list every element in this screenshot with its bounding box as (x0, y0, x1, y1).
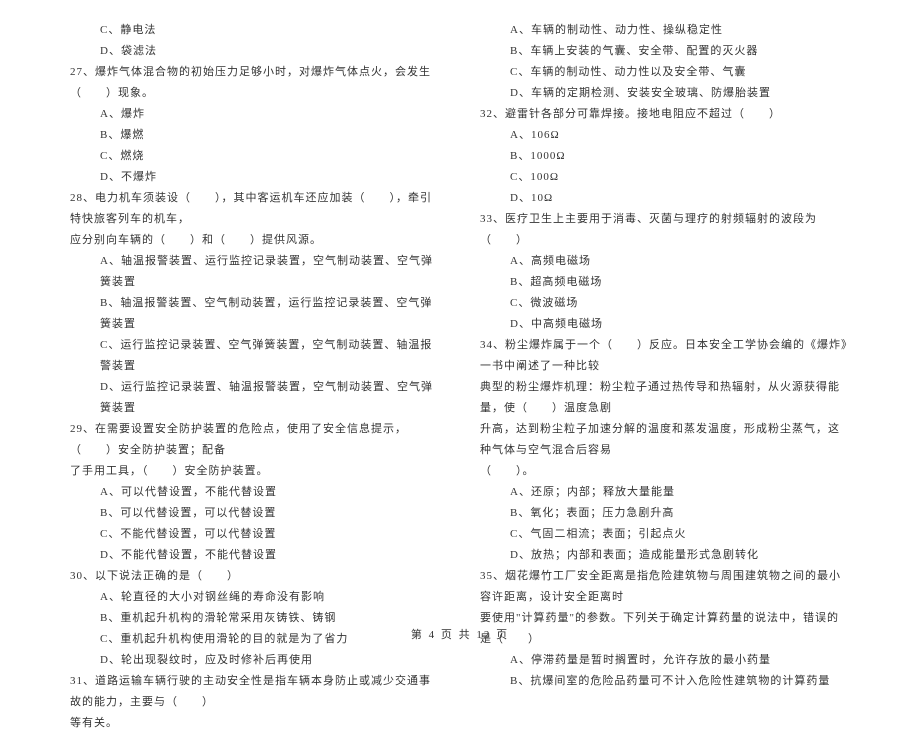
q29-option-d: D、不能代替设置，不能代替设置 (70, 545, 440, 566)
q33-option-b: B、超高频电磁场 (480, 272, 850, 293)
q28-option-a: A、轴温报警装置、运行监控记录装置，空气制动装置、空气弹簧装置 (70, 251, 440, 293)
q35-option-a: A、停滞药量是暂时搁置时，允许存放的最小药量 (480, 650, 850, 671)
q34-option-a: A、还原；内部；释放大量能量 (480, 482, 850, 503)
q32-text: 32、避雷针各部分可靠焊接。接地电阻应不超过（ ） (480, 104, 850, 125)
q32-option-a: A、106Ω (480, 125, 850, 146)
q31-option-d: D、车辆的定期检测、安装安全玻璃、防爆胎装置 (480, 83, 850, 104)
q31-option-c: C、车辆的制动性、动力性以及安全带、气囊 (480, 62, 850, 83)
q34-option-c: C、气固二相流；表面；引起点火 (480, 524, 850, 545)
q31-cont: 等有关。 (70, 713, 440, 734)
q26-option-c: C、静电法 (70, 20, 440, 41)
q34-option-b: B、氧化；表面；压力急剧升高 (480, 503, 850, 524)
q31-option-a: A、车辆的制动性、动力性、操纵稳定性 (480, 20, 850, 41)
q26-option-d: D、袋滤法 (70, 41, 440, 62)
q27-text: 27、爆炸气体混合物的初始压力足够小时，对爆炸气体点火，会发生（ ）现象。 (70, 62, 440, 104)
q31-text: 31、道路运输车辆行驶的主动安全性是指车辆本身防止或减少交通事故的能力，主要与（… (70, 671, 440, 713)
q28-option-d: D、运行监控记录装置、轴温报警装置，空气制动装置、空气弹簧装置 (70, 377, 440, 419)
q34-cont3: （ ）。 (480, 461, 850, 482)
q29-option-a: A、可以代替设置，不能代替设置 (70, 482, 440, 503)
q32-option-c: C、100Ω (480, 167, 850, 188)
q30-option-a: A、轮直径的大小对钢丝绳的寿命没有影响 (70, 587, 440, 608)
q28-option-c: C、运行监控记录装置、空气弹簧装置，空气制动装置、轴温报警装置 (70, 335, 440, 377)
q32-option-b: B、1000Ω (480, 146, 850, 167)
q29-option-b: B、可以代替设置，可以代替设置 (70, 503, 440, 524)
page-container: C、静电法 D、袋滤法 27、爆炸气体混合物的初始压力足够小时，对爆炸气体点火，… (0, 0, 920, 650)
q32-option-d: D、10Ω (480, 188, 850, 209)
q34-text: 34、粉尘爆炸属于一个（ ）反应。日本安全工学协会编的《爆炸》一书中阐述了一种比… (480, 335, 850, 377)
q29-text: 29、在需要设置安全防护装置的危险点，使用了安全信息提示，（ ）安全防护装置；配… (70, 419, 440, 461)
q28-option-b: B、轴温报警装置、空气制动装置，运行监控记录装置、空气弹簧装置 (70, 293, 440, 335)
q34-option-d: D、放热；内部和表面；造成能量形式急剧转化 (480, 545, 850, 566)
q31-option-b: B、车辆上安装的气囊、安全带、配置的灭火器 (480, 41, 850, 62)
q34-cont1: 典型的粉尘爆炸机理：粉尘粒子通过热传导和热辐射，从火源获得能量，使（ ）温度急剧 (480, 377, 850, 419)
q30-option-d: D、轮出现裂纹时，应及时修补后再使用 (70, 650, 440, 671)
q27-option-c: C、燃烧 (70, 146, 440, 167)
q30-text: 30、以下说法正确的是（ ） (70, 566, 440, 587)
q27-option-d: D、不爆炸 (70, 167, 440, 188)
q29-option-c: C、不能代替设置，可以代替设置 (70, 524, 440, 545)
q28-cont: 应分别向车辆的（ ）和（ ）提供风源。 (70, 230, 440, 251)
q35-option-b: B、抗爆间室的危险品药量可不计入危险性建筑物的计算药量 (480, 671, 850, 692)
q29-cont: 了手用工具，（ ）安全防护装置。 (70, 461, 440, 482)
q28-text: 28、电力机车须装设（ ），其中客运机车还应加装（ ），牵引特快旅客列车的机车， (70, 188, 440, 230)
q33-option-d: D、中高频电磁场 (480, 314, 850, 335)
left-column: C、静电法 D、袋滤法 27、爆炸气体混合物的初始压力足够小时，对爆炸气体点火，… (60, 20, 460, 620)
q33-text: 33、医疗卫生上主要用于消毒、灭菌与理疗的射频辐射的波段为（ ） (480, 209, 850, 251)
page-footer: 第 4 页 共 12 页 (0, 626, 920, 642)
q27-option-a: A、爆炸 (70, 104, 440, 125)
q34-cont2: 升高，达到粉尘粒子加速分解的温度和蒸发温度，形成粉尘蒸气，这种气体与空气混合后容… (480, 419, 850, 461)
q35-text: 35、烟花爆竹工厂安全距离是指危险建筑物与周围建筑物之间的最小容许距离，设计安全… (480, 566, 850, 608)
q27-option-b: B、爆燃 (70, 125, 440, 146)
q33-option-c: C、微波磁场 (480, 293, 850, 314)
right-column: A、车辆的制动性、动力性、操纵稳定性 B、车辆上安装的气囊、安全带、配置的灭火器… (460, 20, 860, 620)
q33-option-a: A、高频电磁场 (480, 251, 850, 272)
